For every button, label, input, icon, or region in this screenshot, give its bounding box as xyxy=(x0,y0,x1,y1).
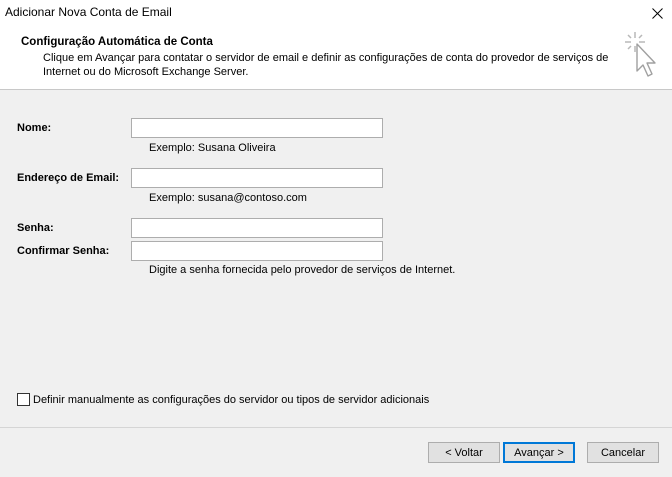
header-title: Configuração Automática de Conta xyxy=(21,36,213,48)
password-hint: Digite a senha fornecida pelo provedor d… xyxy=(149,264,456,276)
name-label: Nome: xyxy=(17,122,52,134)
email-hint: Exemplo: susana@contoso.com xyxy=(149,192,307,204)
name-hint: Exemplo: Susana Oliveira xyxy=(149,142,276,154)
manual-setup-row[interactable]: Definir manualmente as configurações do … xyxy=(17,393,429,406)
header-panel: Configuração Automática de Conta Clique … xyxy=(0,26,672,90)
manual-setup-label[interactable]: Definir manualmente as configurações do … xyxy=(33,394,429,406)
confirm-password-input[interactable] xyxy=(131,241,383,261)
password-input[interactable] xyxy=(131,218,383,238)
next-button[interactable]: Avançar > xyxy=(503,442,575,463)
password-label: Senha: xyxy=(17,222,54,234)
cancel-button[interactable]: Cancelar xyxy=(587,442,659,463)
window-title: Adicionar Nova Conta de Email xyxy=(5,5,172,19)
confirm-password-label: Confirmar Senha: xyxy=(17,245,110,257)
manual-setup-checkbox[interactable] xyxy=(17,393,30,406)
close-icon xyxy=(651,7,663,19)
footer-divider xyxy=(0,427,672,428)
name-input[interactable] xyxy=(131,118,383,138)
email-label: Endereço de Email: xyxy=(17,172,120,184)
close-button[interactable] xyxy=(642,0,672,26)
header-description: Clique em Avançar para contatar o servid… xyxy=(43,52,609,78)
wizard-cursor-icon xyxy=(625,32,656,77)
title-bar: Adicionar Nova Conta de Email xyxy=(0,0,672,26)
email-input[interactable] xyxy=(131,168,383,188)
back-button[interactable]: < Voltar xyxy=(428,442,500,463)
